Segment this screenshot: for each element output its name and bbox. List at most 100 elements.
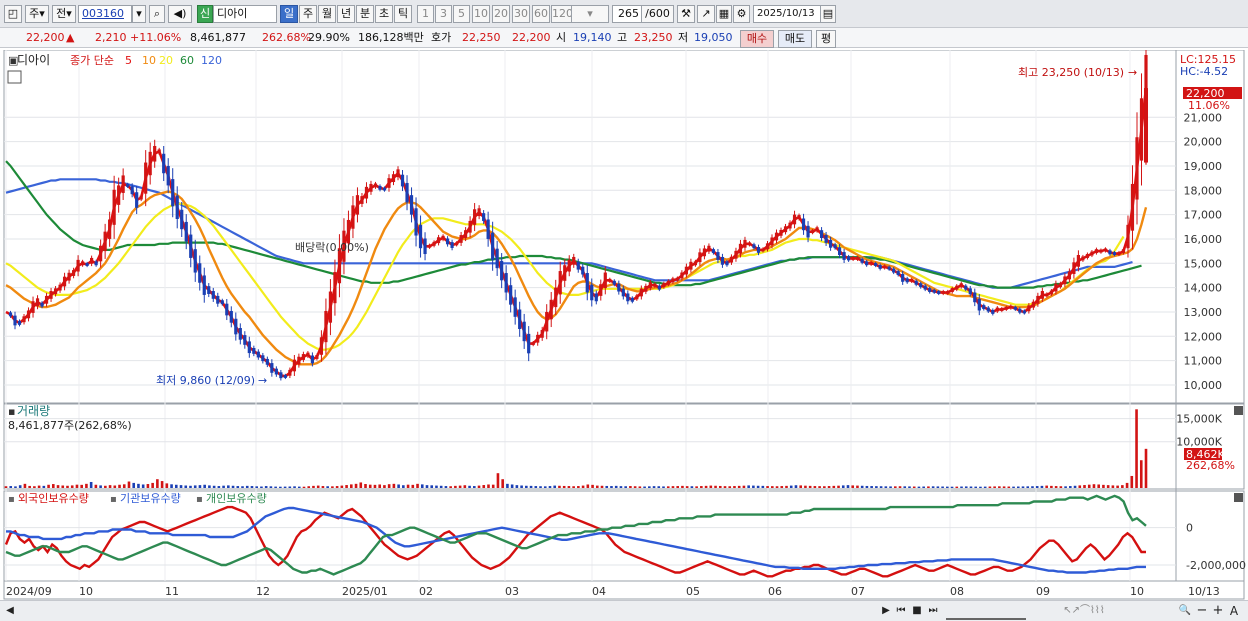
candle-body — [40, 302, 44, 307]
volume-bar — [889, 486, 892, 488]
candle-body — [788, 222, 792, 229]
interval-dropdown[interactable]: ▾ — [571, 5, 609, 23]
period-tab-3[interactable]: 년 — [337, 5, 355, 23]
interval-button-5[interactable]: 5 — [453, 5, 470, 23]
volume-bar — [293, 486, 296, 488]
scroll-left-icon[interactable]: ◀ — [4, 604, 16, 618]
period-tab-5[interactable]: 초 — [375, 5, 393, 23]
candle-body — [157, 149, 161, 154]
investor-legend-icon: ▪ — [110, 494, 117, 505]
volume-bar — [18, 485, 22, 488]
all-select[interactable]: 전▾ — [52, 5, 76, 23]
speaker-icon[interactable]: ◀) — [168, 5, 192, 23]
window-icon[interactable]: ◰ — [4, 5, 22, 23]
volume-bar — [794, 485, 798, 488]
volume-bar — [936, 486, 940, 488]
count-input[interactable]: 265 — [612, 5, 642, 23]
buy-button[interactable]: 매수 — [740, 30, 774, 48]
candle-body — [35, 298, 40, 307]
candle-body — [995, 307, 999, 312]
candle-body — [85, 263, 89, 266]
candle-body — [815, 227, 819, 232]
candle-body — [270, 363, 274, 373]
volume-bar — [245, 485, 249, 488]
stock-name-field[interactable]: 디아이 — [213, 5, 277, 23]
volume-bar — [274, 486, 277, 488]
volume-bar — [85, 483, 88, 488]
candle-body — [630, 297, 634, 302]
interval-button-120[interactable]: 120 — [551, 5, 572, 23]
candle-body — [518, 309, 522, 329]
search-icon[interactable]: ⌕ — [149, 5, 165, 23]
interval-button-20[interactable]: 20 — [492, 5, 510, 23]
interval-button-1[interactable]: 1 — [417, 5, 434, 23]
candle-body — [626, 293, 630, 302]
candle-body — [617, 283, 621, 292]
investor-y-tick: -2,000,000 — [1186, 559, 1246, 572]
candle-body — [445, 238, 450, 245]
volume-bar — [331, 486, 334, 488]
candle-body — [112, 189, 116, 225]
period-tab-6[interactable]: 틱 — [394, 5, 412, 23]
candle-body — [1031, 301, 1035, 308]
interval-button-10[interactable]: 10 — [472, 5, 490, 23]
zoom-out-button[interactable]: − — [1196, 604, 1208, 618]
volume-bar — [66, 485, 69, 488]
volume-bar — [104, 485, 107, 488]
volume-bar — [506, 483, 509, 488]
candle-body — [1040, 291, 1044, 299]
period-tab-4[interactable]: 분 — [356, 5, 374, 23]
chart-toolbar: ◰ 주▾ 전▾ 003160 ▾ ⌕ ◀) 신 디아이 일주월년분초틱 1351… — [0, 0, 1248, 28]
tool-icons[interactable]: ↖↗⌒⌇⌇⌇ — [1034, 604, 1134, 618]
candle-body — [919, 283, 923, 288]
interval-button-30[interactable]: 30 — [512, 5, 530, 23]
period-tab-0[interactable]: 일 — [280, 5, 298, 23]
candle-body — [166, 165, 170, 186]
candle-body — [1135, 137, 1139, 200]
zoom-in-button[interactable]: + — [1212, 604, 1224, 618]
draw-icon[interactable]: ↗ — [697, 5, 715, 23]
panel-toggle-icon[interactable] — [7, 70, 22, 84]
candle-body — [378, 185, 382, 190]
volume-bar — [600, 485, 604, 488]
volume-bar — [354, 483, 358, 488]
low-annotation: 최저 9,860 (12/09) — [156, 374, 255, 387]
candle-body — [297, 356, 301, 365]
volume-ratio: 262.68% — [262, 31, 311, 44]
code-input[interactable]: 003160 — [78, 5, 132, 23]
calendar-icon[interactable]: ▤ — [820, 5, 836, 23]
eval-button[interactable]: 평 — [816, 30, 836, 48]
candle-body — [319, 337, 324, 355]
stock-chart[interactable]: 10,000 11,000 12,000 13,000 14,000 15,000 16,0… — [0, 50, 1248, 600]
volume-title: 거래량 — [17, 404, 50, 418]
last-icon[interactable]: ⏭ — [927, 604, 939, 618]
x-tick-label: 02 — [419, 585, 433, 598]
candle-body — [279, 372, 283, 379]
scroll-right-icon[interactable]: ▶ — [880, 604, 892, 618]
gear-icon[interactable]: ⚙ — [733, 5, 750, 23]
period-tab-1[interactable]: 주 — [299, 5, 317, 23]
candle-body — [783, 226, 788, 233]
volume-close-icon[interactable] — [1234, 406, 1243, 415]
first-icon[interactable]: ⏮ — [895, 604, 907, 618]
candle-body — [229, 310, 233, 323]
interval-button-3[interactable]: 3 — [435, 5, 452, 23]
period-tab-2[interactable]: 월 — [318, 5, 336, 23]
code-dropdown-icon[interactable]: ▾ — [132, 5, 146, 23]
investor-legend-icon: ▪ — [8, 494, 15, 505]
investor-close-icon[interactable] — [1234, 493, 1243, 502]
zoom-slider[interactable] — [946, 604, 1026, 620]
search-zoom-icon[interactable]: 🔍 — [1178, 604, 1192, 618]
candle-body — [1058, 283, 1062, 288]
sell-button[interactable]: 매도 — [778, 30, 812, 48]
grid-icon[interactable]: ▦ — [716, 5, 732, 23]
interval-button-60[interactable]: 60 — [532, 5, 550, 23]
font-size-button[interactable]: A — [1228, 604, 1240, 618]
high-arrow-icon: → — [1128, 66, 1137, 79]
market-select[interactable]: 주▾ — [25, 5, 49, 23]
open: 19,140 — [573, 31, 612, 44]
date-input[interactable]: 2025/10/13 — [753, 5, 821, 23]
compare-icon[interactable]: ⚒ — [677, 5, 695, 23]
scroll-bar[interactable]: ◀ ▶ ⏮ ■ ⏭ ↖↗⌒⌇⌇⌇ 🔍 − + A — [0, 600, 1248, 621]
stop-icon[interactable]: ■ — [911, 604, 923, 618]
